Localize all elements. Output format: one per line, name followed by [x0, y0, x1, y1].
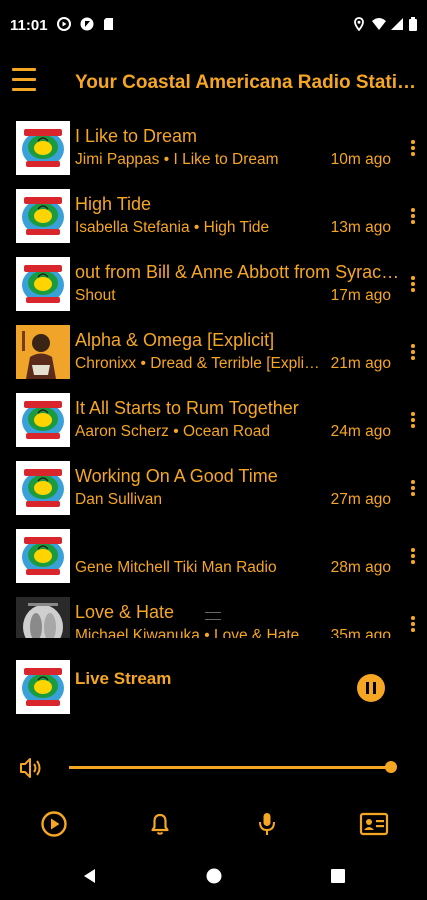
sd-card-icon: [104, 18, 113, 30]
volume-fill: [69, 766, 391, 769]
track-row[interactable]: I Like to Dream Jimi Pappas • I Like to D…: [0, 118, 427, 186]
track-time-ago: 13m ago: [330, 219, 391, 236]
track-history-list[interactable]: I Like to Dream Jimi Pappas • I Like to D…: [0, 118, 427, 638]
volume-slider[interactable]: [69, 761, 397, 773]
media-play-circle-icon: [57, 17, 71, 31]
station-logo: [16, 189, 70, 243]
system-nav-bar: [0, 852, 427, 900]
station-logo: [16, 461, 70, 515]
track-subtitle: Isabella Stefania • High Tide: [75, 219, 270, 236]
pause-icon[interactable]: [357, 674, 385, 702]
battery-icon: [409, 17, 417, 31]
hamburger-menu-icon[interactable]: [12, 68, 36, 94]
more-options-icon[interactable]: [409, 616, 417, 634]
track-row[interactable]: Love & Hate Michael Kiwanuka • Love & Hat…: [0, 594, 427, 638]
track-subtitle: Dan Sullivan: [75, 491, 163, 508]
track-time-ago: 27m ago: [330, 491, 391, 508]
location-icon: [354, 17, 364, 31]
station-logo: [16, 121, 70, 175]
app-bar: Your Coastal Americana Radio Station: [0, 52, 427, 116]
track-title: Love & Hate: [75, 602, 175, 622]
status-bar: 11:01: [0, 0, 427, 52]
page-title: Your Coastal Americana Radio Station: [75, 72, 420, 93]
bottom-nav: [0, 802, 427, 846]
drag-handle-icon[interactable]: [205, 612, 221, 620]
track-row[interactable]: Alpha & Omega [Explicit] Chronixx • Dread…: [0, 322, 427, 390]
track-subtitle: Jimi Pappas • I Like to Dream: [75, 151, 279, 168]
track-time-ago: 24m ago: [330, 423, 391, 440]
track-row[interactable]: High Tide Isabella Stefania • High Tide 13…: [0, 186, 427, 254]
station-logo: [16, 257, 70, 311]
contact-card-icon[interactable]: [359, 810, 389, 838]
album-art: [16, 325, 70, 379]
track-title: High Tide: [75, 194, 152, 214]
microphone-icon[interactable]: [253, 810, 281, 838]
album-art: [16, 597, 70, 638]
track-subtitle: Gene Mitchell Tiki Man Radio: [75, 559, 277, 576]
signal-icon: [391, 18, 403, 30]
back-icon[interactable]: [80, 866, 100, 886]
more-options-icon[interactable]: [409, 276, 417, 294]
more-options-icon[interactable]: [409, 344, 417, 362]
nav-arrow-icon: [80, 17, 94, 31]
track-time-ago: 10m ago: [330, 151, 391, 168]
volume-icon[interactable]: [18, 756, 44, 780]
more-options-icon[interactable]: [409, 208, 417, 226]
track-subtitle: Michael Kiwanuka • Love & Hate: [75, 627, 300, 638]
track-time-ago: 28m ago: [330, 559, 391, 576]
track-subtitle: Shout: [75, 287, 116, 304]
track-row[interactable]: Working On A Good Time Dan Sullivan 27m ag…: [0, 458, 427, 526]
more-options-icon[interactable]: [409, 140, 417, 158]
wifi-icon: [372, 18, 386, 30]
station-logo: [16, 529, 70, 583]
volume-slider-thumb[interactable]: [385, 761, 397, 773]
track-row[interactable]: Gene Mitchell Tiki Man Radio 28m ago: [0, 526, 427, 594]
track-title: Alpha & Omega [Explicit]: [75, 330, 275, 350]
play-circle-icon[interactable]: [40, 810, 68, 838]
now-playing-title: Live Stream: [75, 669, 172, 688]
more-options-icon[interactable]: [409, 412, 417, 430]
track-subtitle: Chronixx • Dread & Terrible [Explicit]: [75, 355, 320, 372]
more-options-icon[interactable]: [409, 480, 417, 498]
track-row[interactable]: It All Starts to Rum Together Aaron Scher…: [0, 390, 427, 458]
station-logo: [16, 393, 70, 447]
track-title: It All Starts to Rum Together: [75, 398, 299, 418]
home-icon[interactable]: [204, 866, 224, 886]
track-title: I Like to Dream: [75, 126, 198, 146]
track-row[interactable]: out from Bill & Anne Abbott from Syracus…: [0, 254, 427, 322]
track-time-ago: 21m ago: [330, 355, 391, 372]
bell-icon[interactable]: [146, 810, 174, 838]
now-playing-bar[interactable]: Live Stream: [0, 660, 427, 720]
track-title: out from Bill & Anne Abbott from Syracus…: [75, 262, 400, 282]
track-subtitle: Aaron Scherz • Ocean Road: [75, 423, 270, 440]
more-options-icon[interactable]: [409, 548, 417, 566]
station-logo: [16, 660, 70, 714]
status-time: 11:01: [10, 17, 48, 34]
track-time-ago: 35m ago: [330, 627, 391, 638]
volume-control: [0, 752, 427, 782]
track-time-ago: 17m ago: [330, 287, 391, 304]
track-title: Working On A Good Time: [75, 466, 278, 486]
recents-icon[interactable]: [328, 866, 348, 886]
